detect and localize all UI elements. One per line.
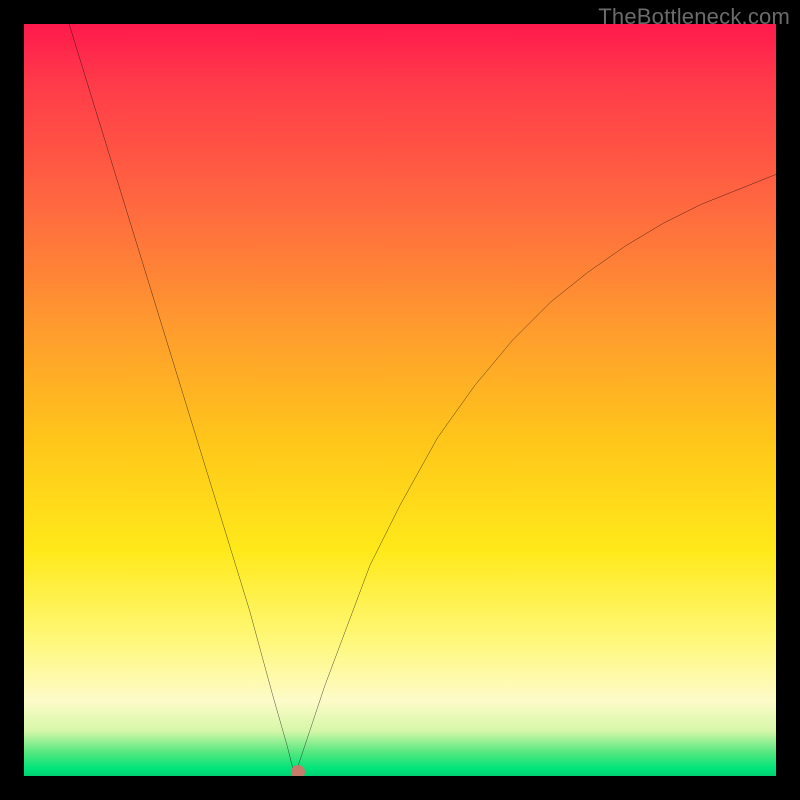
chart-frame: TheBottleneck.com: [0, 0, 800, 800]
bottleneck-curve: [24, 24, 776, 776]
plot-area: [24, 24, 776, 776]
watermark-text: TheBottleneck.com: [598, 4, 790, 30]
optimal-point-marker: [291, 765, 305, 776]
